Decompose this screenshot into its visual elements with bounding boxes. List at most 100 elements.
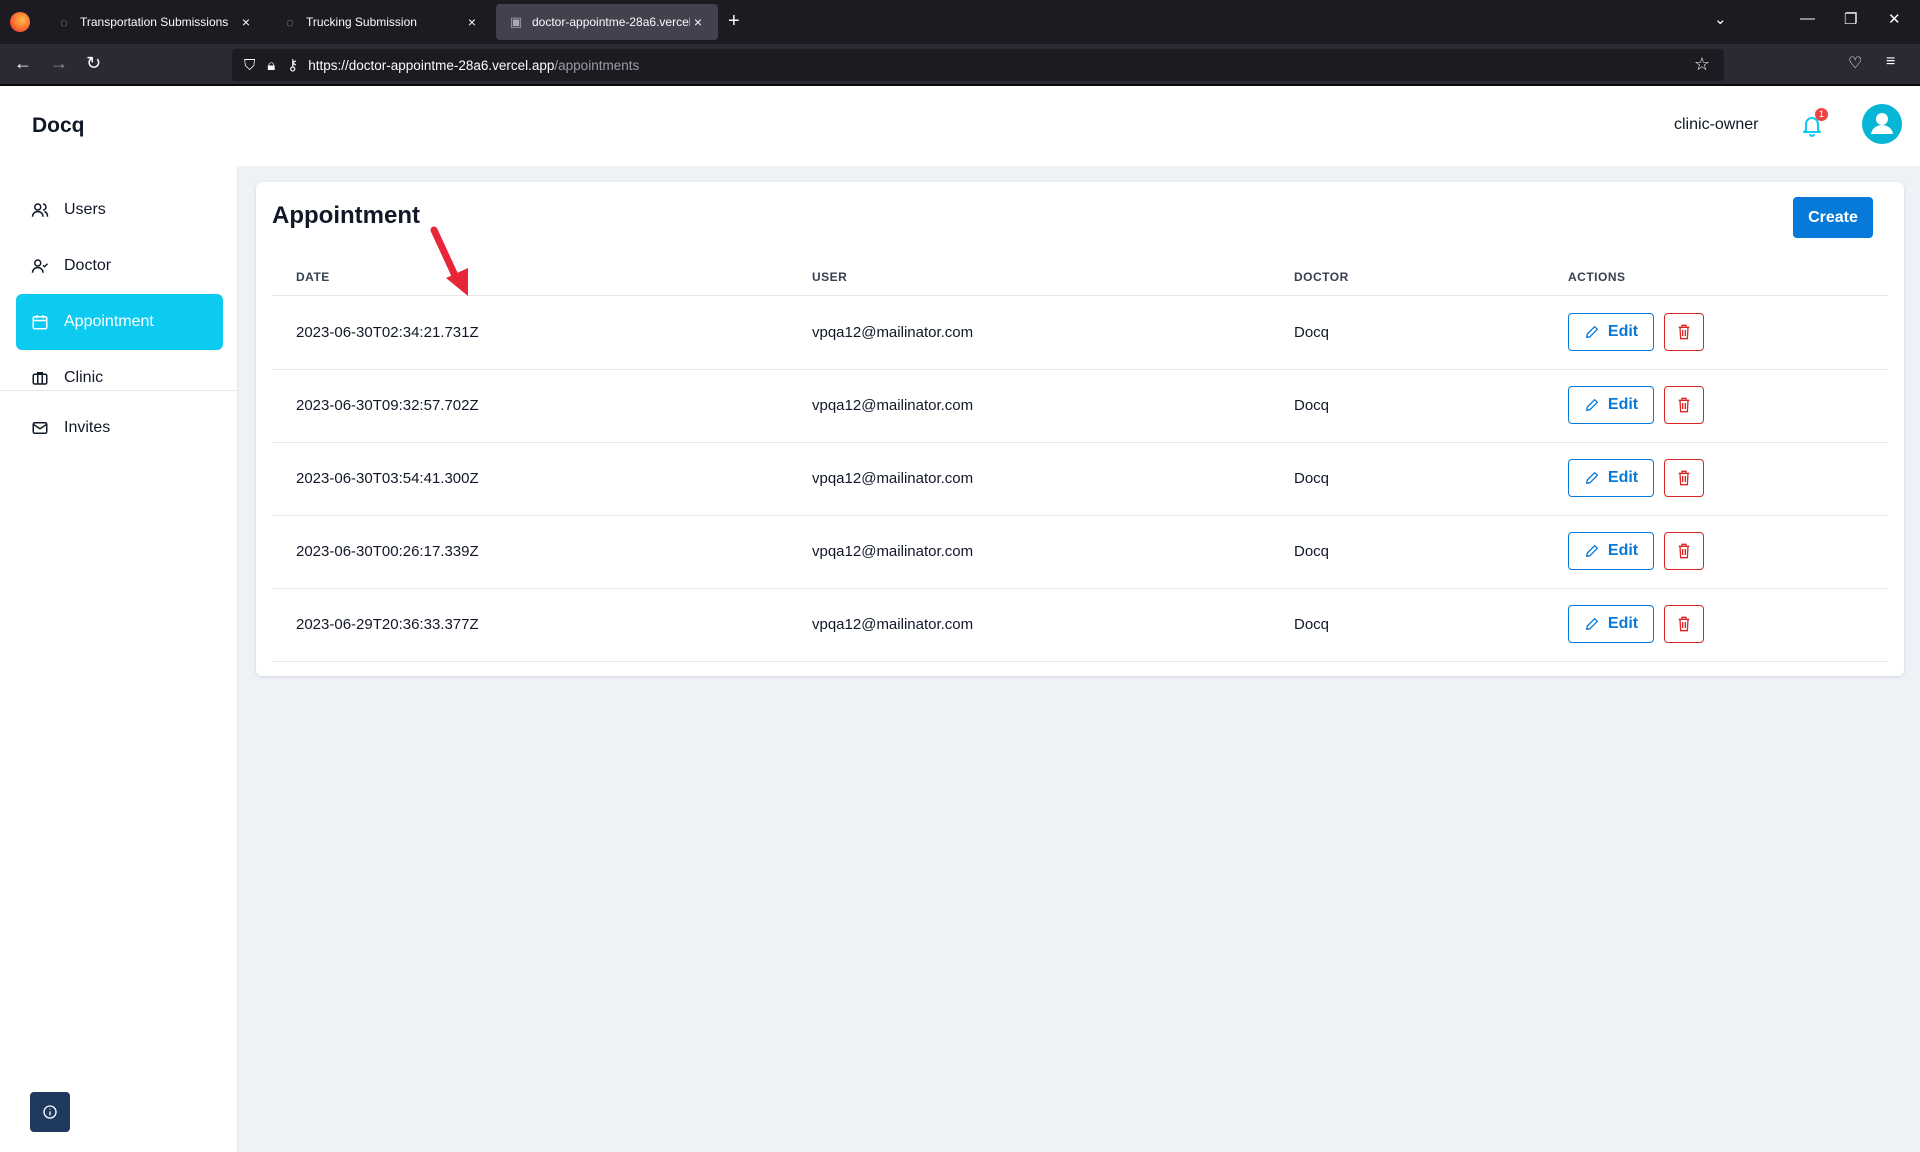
edit-button[interactable]: Edit [1568, 386, 1654, 424]
cell-doctor: Docq [1294, 543, 1330, 560]
tab-close-icon[interactable]: × [464, 14, 480, 30]
reload-icon[interactable]: ↻ [86, 53, 101, 74]
delete-button[interactable] [1664, 313, 1704, 351]
sidebar: Users Doctor Appointment Clinic Invites [0, 166, 238, 1152]
users-icon [30, 200, 50, 220]
cell-doctor: Docq [1294, 397, 1330, 414]
pencil-icon [1585, 326, 1598, 338]
edit-label: Edit [1607, 469, 1639, 486]
column-header-date: DATE [296, 270, 330, 284]
delete-button[interactable] [1664, 532, 1704, 570]
trash-icon [1678, 616, 1690, 632]
cell-date: 2023-06-30T09:32:57.702Z [296, 397, 479, 414]
edit-label: Edit [1607, 615, 1639, 632]
cell-date: 2023-06-29T20:36:33.377Z [296, 616, 479, 633]
sidebar-item-clinic[interactable]: Clinic [16, 350, 223, 406]
browser-nav-bar: ← → ↻ ⛉ 🔒︎ ⚷ https://doctor-appointme-28… [0, 44, 1920, 86]
cell-date: 2023-06-30T03:54:41.300Z [296, 470, 479, 487]
tab-close-icon[interactable]: × [690, 14, 706, 30]
sidebar-item-label: Doctor [64, 257, 112, 274]
tab-favicon-icon: ◌ [286, 14, 294, 30]
appointments-card: Appointment Create DATE USER DOCTOR ACTI… [256, 182, 1904, 676]
forward-arrow-icon[interactable]: → [50, 53, 68, 74]
avatar[interactable] [1862, 104, 1902, 144]
url-host: https://doctor-appointme-28a6.vercel.app [308, 57, 555, 73]
firefox-logo-icon [10, 12, 30, 32]
table-header: DATE USER DOCTOR ACTIONS [272, 262, 1888, 296]
browser-tab-transportation[interactable]: ◌ Transportation Submissions × [44, 4, 266, 40]
delete-button[interactable] [1664, 605, 1704, 643]
tab-favicon-icon: ▣ [509, 14, 523, 29]
delete-button[interactable] [1664, 386, 1704, 424]
notification-badge: 1 [1815, 108, 1828, 121]
column-header-user: USER [812, 270, 848, 284]
tab-close-icon[interactable]: × [238, 14, 254, 30]
edit-button[interactable]: Edit [1568, 459, 1654, 497]
annotation-arrow-icon [430, 226, 468, 296]
doctor-icon [30, 256, 50, 276]
main-content: Appointment Create DATE USER DOCTOR ACTI… [238, 166, 1920, 1152]
mail-icon [30, 418, 50, 438]
pencil-icon [1585, 618, 1598, 630]
cell-date: 2023-06-30T00:26:17.339Z [296, 543, 479, 560]
lock-icon[interactable]: 🔒︎ [267, 57, 275, 74]
info-button[interactable] [30, 1092, 70, 1132]
new-tab-button[interactable]: + [728, 10, 740, 33]
cell-user: vpqa12@mailinator.com [812, 397, 974, 414]
sidebar-item-users[interactable]: Users [16, 182, 223, 238]
sidebar-item-doctor[interactable]: Doctor [16, 238, 223, 294]
create-button[interactable]: Create [1793, 197, 1873, 238]
url-path: /appointments [554, 57, 640, 73]
tab-favicon-icon: ◌ [60, 14, 68, 30]
cell-doctor: Docq [1294, 324, 1330, 341]
sidebar-item-appointment[interactable]: Appointment [16, 294, 223, 350]
table-row: 2023-06-30T02:34:21.731Z vpqa12@mailinat… [272, 297, 1888, 370]
url-text[interactable]: https://doctor-appointme-28a6.vercel.app… [308, 58, 639, 73]
user-avatar-icon [1871, 113, 1893, 134]
page-title: Appointment [272, 202, 420, 229]
username-label: clinic-owner [1674, 116, 1759, 133]
tab-title: doctor-appointme-28a6.vercel.app [532, 15, 690, 29]
sidebar-item-label: Users [64, 201, 106, 218]
table-row: 2023-06-30T09:32:57.702Z vpqa12@mailinat… [272, 370, 1888, 443]
back-arrow-icon[interactable]: ← [14, 53, 32, 74]
shield-icon[interactable]: ⛉ [244, 57, 255, 74]
bookmark-star-icon[interactable]: ☆ [1694, 54, 1710, 75]
cell-user: vpqa12@mailinator.com [812, 470, 974, 487]
brand-logo[interactable]: Docq [32, 114, 85, 138]
briefcase-icon [30, 368, 50, 388]
edit-button[interactable]: Edit [1568, 313, 1654, 351]
key-icon[interactable]: ⚷ [287, 56, 298, 74]
sidebar-item-invites[interactable]: Invites [16, 400, 223, 456]
column-header-doctor: DOCTOR [1294, 270, 1349, 284]
tab-list-chevron-icon[interactable]: ⌄ [1714, 10, 1727, 28]
close-window-icon[interactable]: ✕ [1888, 10, 1901, 28]
browser-tab-trucking[interactable]: ◌ Trucking Submission × [270, 4, 492, 40]
table-row: 2023-06-30T03:54:41.300Z vpqa12@mailinat… [272, 443, 1888, 516]
edit-button[interactable]: Edit [1568, 532, 1654, 570]
delete-button[interactable] [1664, 459, 1704, 497]
trash-icon [1678, 397, 1690, 413]
cell-date: 2023-06-30T02:34:21.731Z [296, 324, 479, 341]
tab-title: Trucking Submission [306, 15, 417, 29]
trash-icon [1678, 324, 1690, 340]
cell-user: vpqa12@mailinator.com [812, 616, 974, 633]
restore-icon[interactable]: ❐ [1844, 10, 1857, 28]
sidebar-item-label: Invites [64, 419, 111, 436]
browser-tab-docq[interactable]: ▣ doctor-appointme-28a6.vercel.app × [496, 4, 718, 40]
menu-icon[interactable]: ≡ [1886, 53, 1895, 71]
cell-doctor: Docq [1294, 616, 1330, 633]
tab-title: Transportation Submissions [80, 15, 229, 29]
browser-tab-bar: ◌ Transportation Submissions × ◌ Truckin… [0, 0, 1920, 44]
cell-doctor: Docq [1294, 470, 1330, 487]
edit-button[interactable]: Edit [1568, 605, 1654, 643]
minimize-icon[interactable]: — [1800, 10, 1815, 27]
edit-label: Edit [1607, 542, 1639, 559]
column-header-actions: ACTIONS [1568, 270, 1626, 284]
sidebar-divider [0, 390, 238, 391]
url-bar[interactable]: ⛉ 🔒︎ ⚷ https://doctor-appointme-28a6.ver… [232, 49, 1724, 81]
pencil-icon [1585, 399, 1598, 411]
pocket-icon[interactable]: ♡ [1848, 53, 1862, 73]
table-row: 2023-06-30T00:26:17.339Z vpqa12@mailinat… [272, 516, 1888, 589]
calendar-icon [30, 312, 50, 332]
